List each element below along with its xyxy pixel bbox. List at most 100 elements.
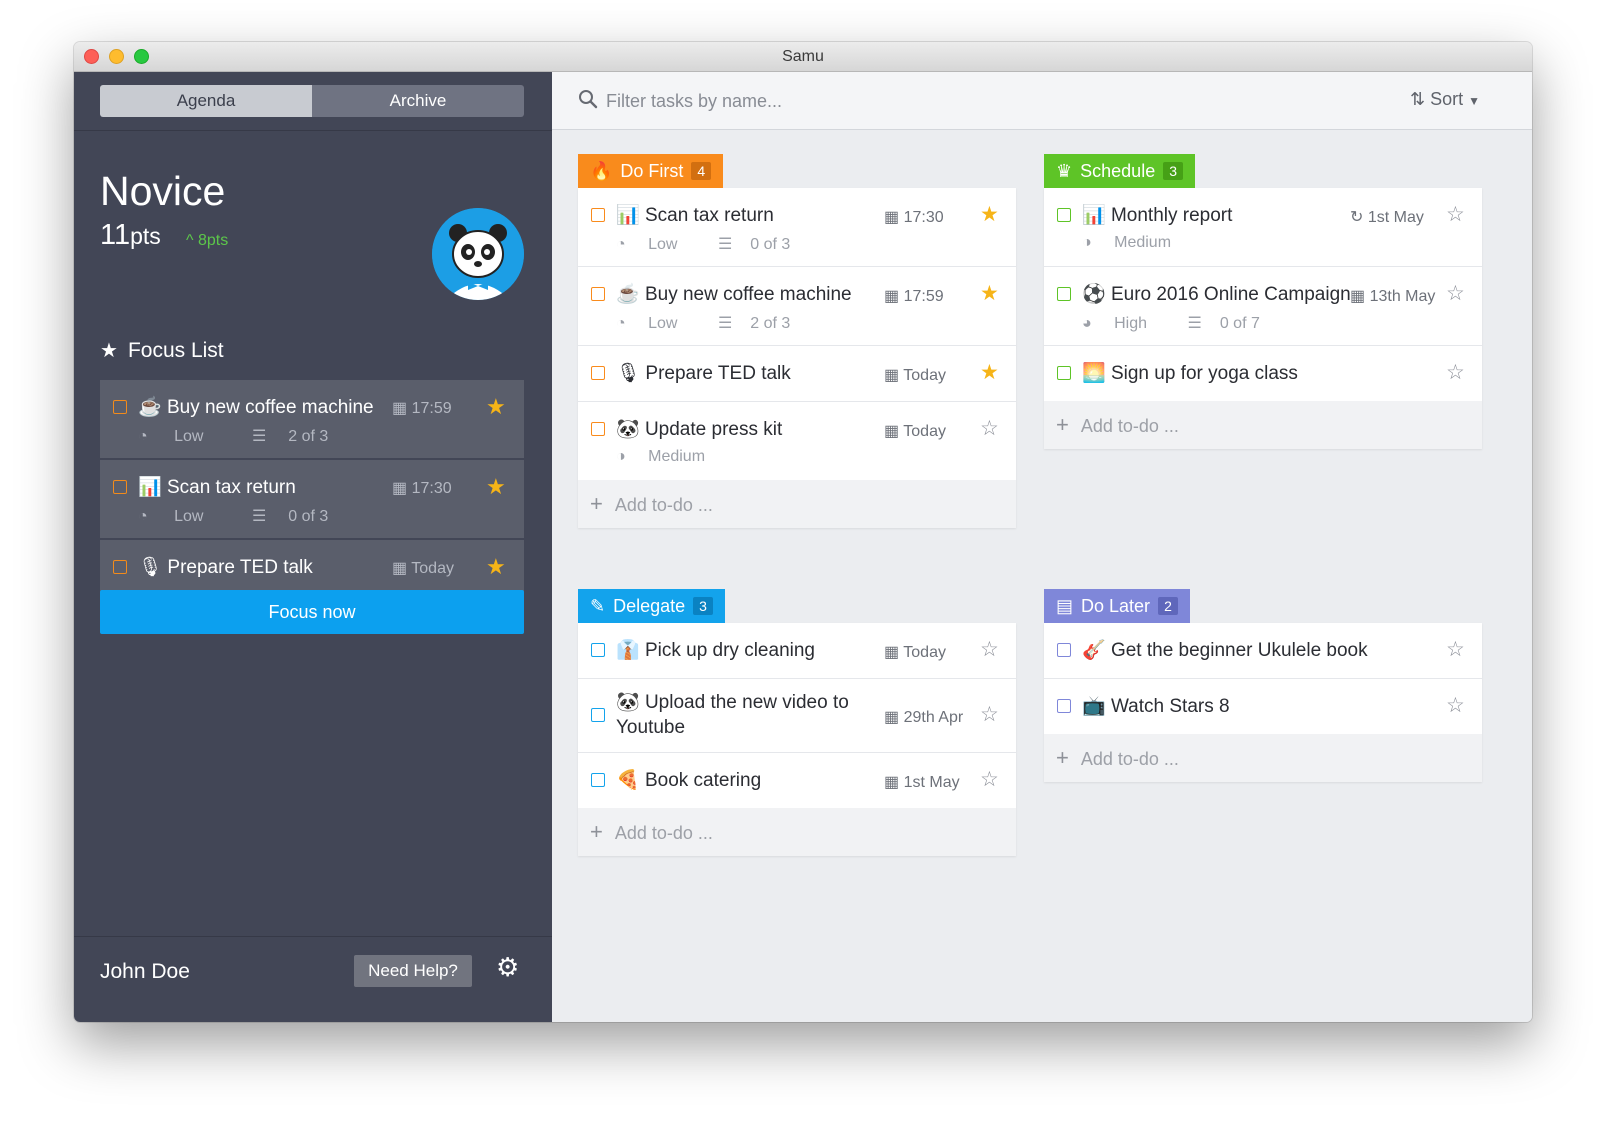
task-date: ▦ Today xyxy=(884,421,946,441)
sort-button[interactable]: ⇅ Sort ▼ xyxy=(1410,89,1480,110)
filter-tasks-input[interactable] xyxy=(604,88,1308,114)
add-todo-button[interactable]: + Add to-do ... xyxy=(578,808,1016,856)
add-todo-button[interactable]: + Add to-do ... xyxy=(1044,734,1482,782)
task-meta: ◑ Medium xyxy=(1082,234,1207,252)
soccer-ball-icon: ⚽ xyxy=(1082,284,1106,305)
task-checkbox[interactable] xyxy=(591,287,605,301)
focus-item[interactable]: ☕ Buy new coffee machine ▦ 17:59 ★ ◔ Low… xyxy=(100,380,524,458)
archive-box-icon: ▤ xyxy=(1056,596,1074,616)
priority-text: High xyxy=(1114,315,1148,332)
quadrant-delegate: ✎ Delegate 3 👔 Pick up dry cleaning ▦ Toda… xyxy=(578,589,1016,856)
task-checkbox[interactable] xyxy=(1057,699,1071,713)
priority-text: Low xyxy=(174,508,204,525)
task-row[interactable]: 🐼 Update press kit ▦ Today ☆ ◑ Medium xyxy=(578,402,1016,480)
tab-archive[interactable]: Archive xyxy=(312,85,524,117)
quadrant-title: Do Later xyxy=(1081,596,1151,616)
task-meta: ◔ Low ☰ 2 of 3 xyxy=(616,313,826,333)
task-row[interactable]: 📊 Monthly report ↻ 1st May ☆ ◑ Medium xyxy=(1044,188,1482,267)
task-checkbox[interactable] xyxy=(591,422,605,436)
tab-agenda[interactable]: Agenda xyxy=(100,85,312,117)
task-meta: ◔ Low ☰ 0 of 3 xyxy=(616,234,826,254)
task-row[interactable]: 🌅 Sign up for yoga class ☆ xyxy=(1044,346,1482,401)
footer-divider xyxy=(74,936,552,937)
subtasks-info: ☰ 0 of 3 xyxy=(252,508,350,525)
star-icon[interactable]: ☆ xyxy=(980,767,999,792)
priority-info: ◑ Medium xyxy=(616,448,723,465)
need-help-button[interactable]: Need Help? xyxy=(354,955,472,987)
star-icon[interactable]: ★ xyxy=(980,281,999,306)
focus-item[interactable]: 🎙 Prepare TED talk ▦ Today ★ xyxy=(100,540,524,594)
task-checkbox[interactable] xyxy=(591,773,605,787)
task-list: 📊 Monthly report ↻ 1st May ☆ ◑ Medium ⚽ … xyxy=(1044,188,1482,449)
quadrant-title: Delegate xyxy=(613,596,686,616)
focus-item-date-text: 17:59 xyxy=(411,400,452,417)
focus-now-button[interactable]: Focus now xyxy=(100,590,524,634)
task-row[interactable]: ⚽ Euro 2016 Online Campaign ▦ 13th May ☆… xyxy=(1044,267,1482,346)
priority-icon: ◔ xyxy=(138,508,148,525)
task-row[interactable]: 📊 Scan tax return ▦ 17:30 ★ ◔ Low ☰ 0 of … xyxy=(578,188,1016,267)
star-icon[interactable]: ★ xyxy=(486,554,506,580)
chart-icon: 📊 xyxy=(616,205,640,226)
star-icon[interactable]: ★ xyxy=(980,202,999,227)
task-checkbox[interactable] xyxy=(591,366,605,380)
star-icon[interactable]: ☆ xyxy=(1446,202,1465,227)
task-checkbox[interactable] xyxy=(591,708,605,722)
task-checkbox[interactable] xyxy=(113,480,127,494)
subtasks-text: 2 of 3 xyxy=(288,428,329,445)
add-todo-button[interactable]: + Add to-do ... xyxy=(1044,401,1482,449)
task-checkbox[interactable] xyxy=(1057,287,1071,301)
priority-info: ◔ Low xyxy=(138,508,225,525)
task-row[interactable]: 👔 Pick up dry cleaning ▦ Today ☆ xyxy=(578,623,1016,679)
calendar-icon: ▦ xyxy=(884,423,900,440)
focus-item-title-text: Prepare TED talk xyxy=(167,557,313,578)
panda-avatar-icon xyxy=(432,208,524,300)
close-window-button[interactable] xyxy=(84,49,99,64)
star-icon[interactable]: ★ xyxy=(486,474,506,500)
avatar[interactable] xyxy=(432,208,524,300)
task-checkbox[interactable] xyxy=(1057,366,1071,380)
task-row[interactable]: 🐼 Upload the new video to Youtube ▦ 29th… xyxy=(578,679,1016,753)
task-list: 📊 Scan tax return ▦ 17:30 ★ ◔ Low ☰ 0 of … xyxy=(578,188,1016,528)
add-todo-button[interactable]: + Add to-do ... xyxy=(578,480,1016,528)
task-row[interactable]: 🎙 Prepare TED talk ▦ Today ★ xyxy=(578,346,1016,402)
calendar-icon: ▦ xyxy=(884,288,900,305)
flame-icon: 🔥 xyxy=(590,161,613,181)
star-icon[interactable]: ☆ xyxy=(1446,637,1465,662)
star-icon[interactable]: ☆ xyxy=(980,702,999,727)
task-date: ▦ Today xyxy=(884,642,946,662)
task-date-text: Today xyxy=(903,423,946,440)
task-row[interactable]: 📺 Watch Stars 8 ☆ xyxy=(1044,679,1482,734)
priority-icon: ◔ xyxy=(616,236,626,253)
star-icon[interactable]: ★ xyxy=(486,394,506,420)
zoom-window-button[interactable] xyxy=(134,49,149,64)
task-row[interactable]: ☕ Buy new coffee machine ▦ 17:59 ★ ◔ Low… xyxy=(578,267,1016,346)
task-title-text: Monthly report xyxy=(1110,205,1233,226)
star-icon[interactable]: ☆ xyxy=(980,416,999,441)
star-icon[interactable]: ☆ xyxy=(1446,693,1465,718)
panda-icon: 🐼 xyxy=(616,692,640,713)
task-date: ▦ 13th May xyxy=(1350,286,1435,306)
task-title: 🍕 Book catering xyxy=(616,768,761,792)
focus-item[interactable]: 📊 Scan tax return ▦ 17:30 ★ ◔ Low ☰ 0 of … xyxy=(100,460,524,538)
gear-icon[interactable]: ⚙ xyxy=(496,952,519,983)
quadrant-title: Schedule xyxy=(1080,161,1156,181)
task-checkbox[interactable] xyxy=(1057,643,1071,657)
task-checkbox[interactable] xyxy=(591,643,605,657)
task-row[interactable]: 🎸 Get the beginner Ukulele book ☆ xyxy=(1044,623,1482,679)
task-checkbox[interactable] xyxy=(591,208,605,222)
minimize-window-button[interactable] xyxy=(109,49,124,64)
task-checkbox[interactable] xyxy=(1057,208,1071,222)
star-icon[interactable]: ☆ xyxy=(1446,360,1465,385)
microphone-icon: 🎙 xyxy=(616,363,641,384)
task-row[interactable]: 🍕 Book catering ▦ 1st May ☆ xyxy=(578,753,1016,808)
priority-info: ◔ Low xyxy=(138,428,225,445)
calendar-icon: ▦ xyxy=(884,644,900,661)
panda-icon: 🐼 xyxy=(616,419,640,440)
star-icon[interactable]: ☆ xyxy=(980,637,999,662)
star-icon[interactable]: ☆ xyxy=(1446,281,1465,306)
task-checkbox[interactable] xyxy=(113,400,127,414)
task-checkbox[interactable] xyxy=(113,560,127,574)
star-icon[interactable]: ★ xyxy=(980,360,999,385)
task-list: 🎸 Get the beginner Ukulele book ☆ 📺 Watc… xyxy=(1044,623,1482,782)
task-date-text: Today xyxy=(903,367,946,384)
